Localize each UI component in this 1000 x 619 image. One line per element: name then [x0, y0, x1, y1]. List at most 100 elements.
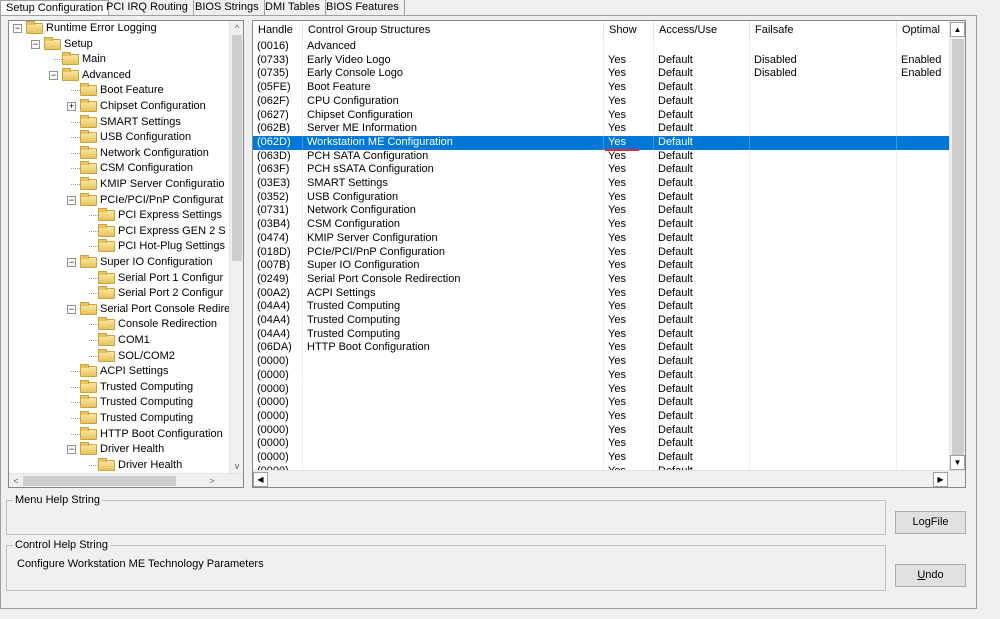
- tree-node[interactable]: Main: [9, 52, 231, 68]
- tree-node[interactable]: PCI Express GEN 2 S: [9, 223, 231, 240]
- tree-node[interactable]: Trusted Computing: [9, 411, 231, 427]
- table-row[interactable]: (0000) YesDefault: [253, 382, 957, 397]
- grid-scroll-left-icon[interactable]: ◀: [253, 472, 268, 487]
- tree-node[interactable]: − Advanced: [9, 67, 231, 84]
- table-row[interactable]: (04A4) Trusted Computing Yes Default: [253, 314, 957, 328]
- tree-node[interactable]: − Serial Port Console Redire: [9, 301, 231, 318]
- tree-node[interactable]: COM1: [9, 333, 231, 349]
- table-row-selected[interactable]: (062D) Workstation ME Configuration Yes Def…: [253, 135, 957, 150]
- table-row[interactable]: (0000) YesDefault: [253, 437, 957, 451]
- tab-bios-strings[interactable]: BIOS Strings: [190, 0, 265, 15]
- tree-node[interactable]: KMIP Server Configuratio: [9, 177, 231, 193]
- scroll-up-icon[interactable]: ^: [230, 21, 243, 35]
- table-row[interactable]: (0016) Advanced: [253, 40, 957, 54]
- table-row[interactable]: (0352) USB Configuration Yes Default: [253, 190, 957, 205]
- collapse-icon[interactable]: −: [31, 39, 40, 49]
- tree-node[interactable]: Serial Port 1 Configur: [9, 270, 231, 287]
- tab-setup-configuration[interactable]: Setup Configuration: [0, 0, 110, 16]
- table-row[interactable]: (0000) YesDefault: [253, 451, 957, 465]
- tree-node[interactable]: Boot Feature: [9, 83, 231, 99]
- column-header[interactable]: Control Group Structures: [303, 21, 604, 39]
- tree-node[interactable]: USB Configuration: [9, 130, 231, 146]
- tree-node[interactable]: − Setup: [9, 36, 231, 53]
- tree-vertical-thumb[interactable]: [232, 35, 242, 261]
- table-row[interactable]: (0735) Early Console Logo Yes Default Disabl…: [253, 67, 957, 82]
- tree-node[interactable]: − Runtime Error Logging: [9, 21, 231, 37]
- table-row[interactable]: (04A4) Trusted Computing Yes Default: [253, 300, 957, 314]
- scroll-down-icon[interactable]: v: [230, 459, 243, 473]
- folder-icon: [80, 114, 97, 128]
- tree-node[interactable]: − Driver Health: [9, 442, 231, 458]
- tree-node[interactable]: − Super IO Configuration: [9, 255, 231, 271]
- table-row[interactable]: (0733) Early Video Logo Yes Default Disabled…: [253, 53, 957, 68]
- tab-dmi-tables[interactable]: DMI Tables: [260, 0, 326, 15]
- tree-node[interactable]: − PCIe/PCI/PnP Configurat: [9, 192, 231, 209]
- table-row[interactable]: (0000) YesDefault: [253, 355, 957, 369]
- tree-node[interactable]: SOL/COM2: [9, 348, 231, 365]
- tree-node[interactable]: CSM Configuration: [9, 161, 231, 177]
- table-row[interactable]: (0000) YesDefault: [253, 409, 957, 424]
- table-row[interactable]: (062B) Server ME Information Yes Default: [253, 122, 957, 136]
- column-header[interactable]: Optimal: [897, 21, 957, 39]
- setup-tree-view[interactable]: − Runtime Error Logging − Setup Main − Advance…: [8, 20, 244, 488]
- column-header[interactable]: Show: [604, 21, 654, 39]
- tree-node[interactable]: Trusted Computing: [9, 379, 231, 396]
- table-row[interactable]: (0627) Chipset Configuration Yes Default: [253, 108, 957, 123]
- table-row[interactable]: (03B4) CSM Configuration Yes Default: [253, 218, 957, 232]
- table-row[interactable]: (0000) YesDefault: [253, 396, 957, 410]
- table-row[interactable]: (0000) YesDefault: [253, 423, 957, 438]
- logfile-button[interactable]: LogFile: [895, 511, 966, 534]
- table-row[interactable]: (06DA) HTTP Boot Configuration Yes Default: [253, 341, 957, 356]
- column-header[interactable]: Access/Use: [654, 21, 750, 39]
- tree-node[interactable]: ACPI Settings: [9, 364, 231, 380]
- grid-scroll-down-icon[interactable]: ▼: [950, 455, 965, 470]
- scroll-right-icon[interactable]: >: [205, 474, 219, 487]
- collapse-icon[interactable]: −: [67, 445, 76, 455]
- tab-bios-features[interactable]: BIOS Features: [321, 0, 405, 15]
- grid-scroll-up-icon[interactable]: ▲: [950, 22, 965, 37]
- table-row[interactable]: (063F) PCH sSATA Configuration Yes Default: [253, 163, 957, 177]
- expand-icon[interactable]: +: [67, 102, 76, 111]
- undo-button[interactable]: Undo: [895, 564, 966, 587]
- tree-node[interactable]: Serial Port 2 Configur: [9, 286, 231, 302]
- tree-node[interactable]: Network Configuration: [9, 145, 231, 162]
- table-row[interactable]: (062F) CPU Configuration Yes Default: [253, 94, 957, 109]
- collapse-icon[interactable]: −: [13, 24, 22, 33]
- control-group-grid[interactable]: Handle Control Group Structures Show Access…: [252, 20, 966, 488]
- tree-node[interactable]: HTTP Boot Configuration: [9, 426, 231, 443]
- grid-vertical-scrollbar[interactable]: ▲ ▼: [949, 21, 965, 471]
- grid-vertical-thumb[interactable]: [952, 39, 964, 461]
- table-row[interactable]: (063D) PCH SATA Configuration Yes Default: [253, 149, 957, 164]
- tree-node[interactable]: + Chipset Configuration: [9, 99, 231, 115]
- tree-node[interactable]: SMART Settings: [9, 114, 231, 131]
- column-header[interactable]: Handle: [253, 21, 303, 39]
- tree-horizontal-thumb[interactable]: [23, 476, 176, 486]
- tree-node[interactable]: Trusted Computing: [9, 395, 231, 411]
- grid-horizontal-scrollbar[interactable]: ◀ ▶: [253, 470, 965, 487]
- table-row[interactable]: (04A4) Trusted Computing Yes Default: [253, 327, 957, 342]
- table-row[interactable]: (03E3) SMART Settings Yes Default: [253, 177, 957, 191]
- tree-node[interactable]: PCI Hot-Plug Settings: [9, 239, 231, 255]
- collapse-icon[interactable]: −: [49, 70, 58, 80]
- column-header[interactable]: Failsafe: [750, 21, 897, 39]
- table-row[interactable]: (007B) Super IO Configuration Yes Default: [253, 259, 957, 273]
- collapse-icon[interactable]: −: [67, 195, 76, 205]
- scroll-left-icon[interactable]: <: [9, 474, 23, 487]
- tree-horizontal-scrollbar[interactable]: < >: [9, 473, 243, 487]
- table-row[interactable]: (0249) Serial Port Console Redirection Yes…: [253, 272, 957, 287]
- table-cell: [897, 135, 957, 150]
- collapse-icon[interactable]: −: [67, 258, 76, 267]
- collapse-icon[interactable]: −: [67, 304, 76, 314]
- tree-node[interactable]: Console Redirection: [9, 317, 231, 333]
- table-row[interactable]: (05FE) Boot Feature Yes Default: [253, 81, 957, 95]
- tree-node[interactable]: PCI Express Settings: [9, 208, 231, 224]
- table-row[interactable]: (0474) KMIP Server Configuration Yes Defaul…: [253, 231, 957, 246]
- table-row[interactable]: (0731) Network Configuration Yes Default: [253, 204, 957, 219]
- table-row[interactable]: (0000) YesDefault: [253, 368, 957, 383]
- tab-pci-irq-routing[interactable]: PCI IRQ Routing: [101, 0, 194, 15]
- grid-scroll-right-icon[interactable]: ▶: [933, 472, 948, 487]
- tree-vertical-scrollbar[interactable]: ^ v: [229, 21, 243, 473]
- table-row[interactable]: (018D) PCIe/PCI/PnP Configuration Yes Defau…: [253, 245, 957, 260]
- table-row[interactable]: (00A2) ACPI Settings Yes Default: [253, 286, 957, 301]
- tree-node[interactable]: Driver Health: [9, 457, 231, 473]
